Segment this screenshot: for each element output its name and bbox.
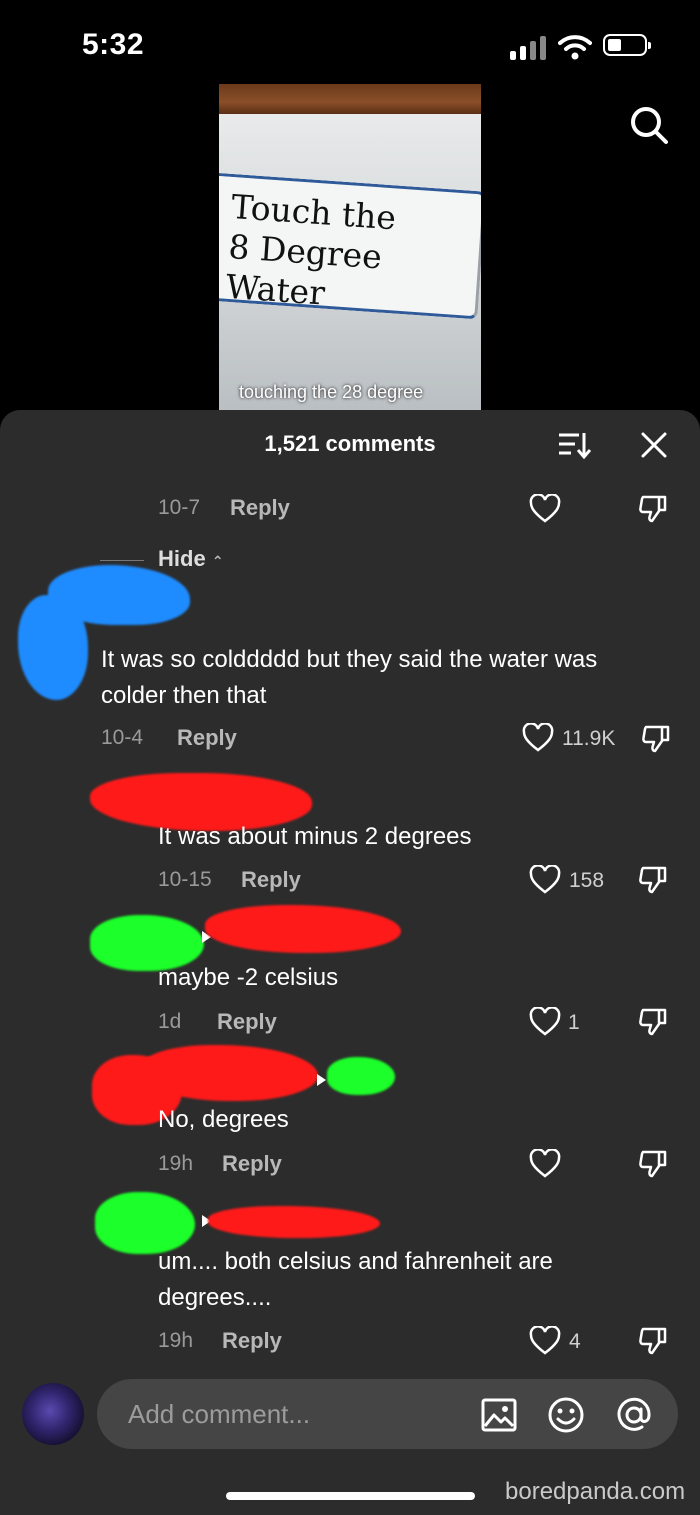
like-count: 11.9K: [562, 727, 616, 750]
watermark: boredpanda.com: [505, 1478, 686, 1505]
emoji-icon[interactable]: [547, 1396, 585, 1434]
sign-text: Touch the 8 Degree Water: [224, 186, 398, 313]
comment-date: 19h: [158, 1329, 194, 1352]
reply-button[interactable]: Reply: [217, 1009, 277, 1035]
comment-date: 19h: [158, 1152, 194, 1175]
divider: [100, 560, 144, 561]
dislike-icon[interactable]: [637, 1148, 669, 1180]
heart-icon[interactable]: [522, 723, 554, 753]
username-redacted: [327, 1057, 395, 1095]
close-icon[interactable]: [639, 430, 669, 460]
battery-icon: [603, 34, 651, 56]
mention-icon[interactable]: [615, 1396, 653, 1434]
reply-button[interactable]: Reply: [241, 867, 301, 893]
add-comment-placeholder: Add comment...: [128, 1399, 311, 1429]
heart-icon[interactable]: [529, 1149, 561, 1179]
dislike-icon[interactable]: [637, 864, 669, 896]
comment-count: 1,521 comments: [264, 431, 436, 456]
video-preview[interactable]: Touch the 8 Degree Water touching the 28…: [219, 84, 481, 414]
reply-button[interactable]: Reply: [222, 1151, 282, 1177]
like-count: 158: [569, 869, 605, 892]
like-count: 4: [569, 1330, 581, 1353]
signal-icon: [510, 36, 548, 60]
dislike-icon[interactable]: [637, 1325, 669, 1357]
comment-date: 1d: [158, 1010, 182, 1033]
reply-arrow-icon: [317, 1074, 326, 1086]
search-icon[interactable]: [628, 104, 670, 146]
username-redacted: [208, 1206, 380, 1238]
heart-icon[interactable]: [529, 494, 561, 524]
status-time: 5:32: [82, 28, 145, 61]
heart-icon[interactable]: [529, 1326, 561, 1356]
reply-button[interactable]: Reply: [222, 1328, 282, 1354]
dislike-icon[interactable]: [640, 723, 672, 755]
heart-icon[interactable]: [529, 1007, 561, 1037]
comment-text: No, degrees: [158, 1106, 289, 1133]
heart-icon[interactable]: [529, 865, 561, 895]
chevron-up-icon: ⌃: [211, 553, 224, 569]
comment-date: 10-4: [101, 726, 144, 749]
comment-text: maybe -2 celsius: [158, 964, 339, 991]
reply-button[interactable]: Reply: [230, 495, 290, 521]
video-caption: touching the 28 degree: [239, 382, 424, 402]
like-count: 1: [568, 1011, 580, 1034]
comment-text: um.... both celsius and fahrenheit are d…: [158, 1248, 553, 1311]
comment-text: It was about minus 2 degrees: [158, 823, 472, 850]
reply-button[interactable]: Reply: [177, 725, 237, 751]
comment-date: 10-7: [158, 496, 201, 519]
comment-text: It was so colddddd but they said the wat…: [101, 646, 598, 709]
sort-icon[interactable]: [557, 430, 591, 460]
dislike-icon[interactable]: [637, 493, 669, 525]
dislike-icon[interactable]: [637, 1006, 669, 1038]
home-indicator: [226, 1492, 475, 1500]
user-avatar[interactable]: [22, 1383, 84, 1445]
wifi-icon: [558, 35, 592, 60]
comment-date: 10-15: [158, 868, 212, 891]
image-icon[interactable]: [480, 1396, 518, 1434]
video-sign: Touch the 8 Degree Water: [219, 172, 481, 320]
